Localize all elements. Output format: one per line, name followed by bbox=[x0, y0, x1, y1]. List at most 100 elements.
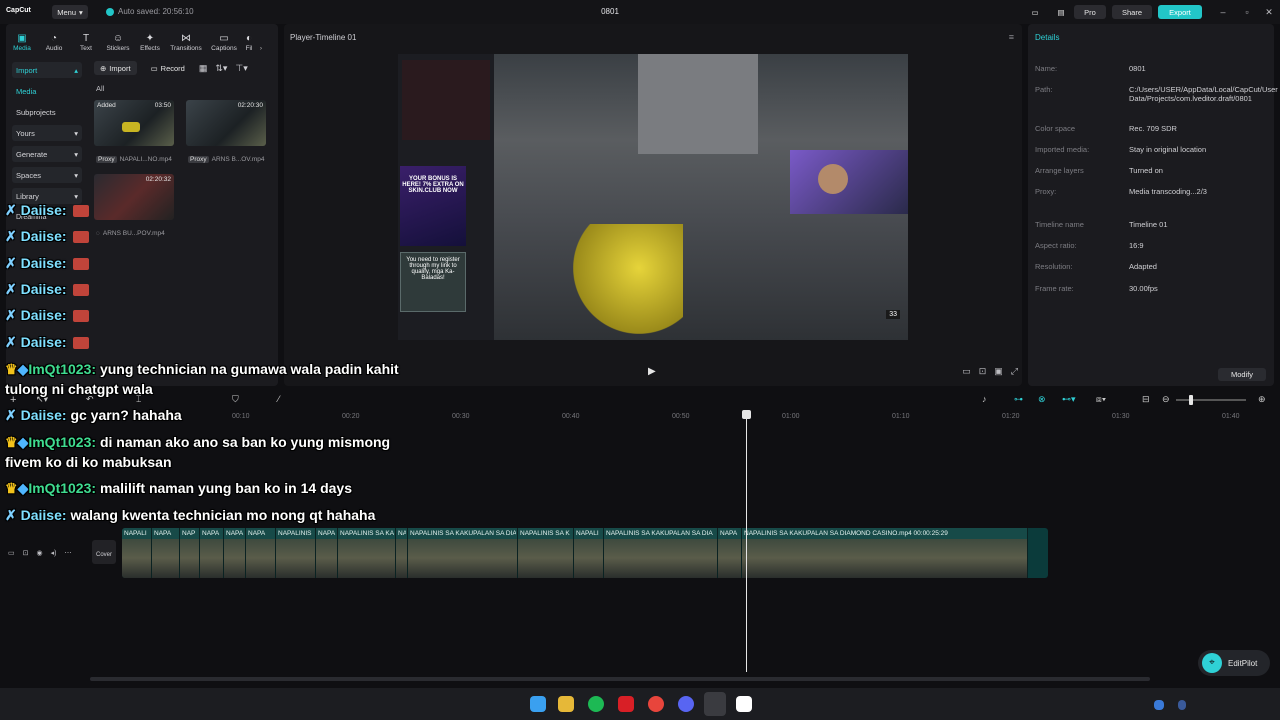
player-controls: ▭ ⊡ ▣ ⤢ bbox=[962, 366, 1018, 377]
hamburger-icon[interactable]: ≡ bbox=[1009, 32, 1014, 42]
obs-icon[interactable] bbox=[704, 692, 726, 716]
modify-button[interactable]: Modify bbox=[1218, 368, 1266, 381]
ruler-tick: 01:30 bbox=[1112, 413, 1130, 420]
close-icon[interactable]: ✕ bbox=[1260, 5, 1278, 19]
video-clip[interactable]: NAPALINIS SA KA bbox=[338, 528, 396, 578]
split-icon[interactable]: ⌶ bbox=[136, 394, 141, 405]
ratio-icon[interactable]: ▭ bbox=[962, 366, 971, 377]
minimize-icon[interactable]: – bbox=[1214, 5, 1232, 19]
focus-icon[interactable]: ⊡ bbox=[979, 366, 987, 377]
import-button[interactable]: ⊕ Import bbox=[94, 61, 137, 75]
zoom-slider[interactable] bbox=[1176, 399, 1246, 401]
sidebar-item-subprojects[interactable]: Subprojects bbox=[12, 104, 82, 120]
sidebar-item-spaces[interactable]: Spaces ▾ bbox=[12, 167, 82, 183]
tab-filters[interactable]: ◐ Fil bbox=[242, 26, 256, 52]
export-button[interactable]: Export bbox=[1158, 5, 1202, 19]
video-preview[interactable]: YOUR BONUS IS HERE! 7% EXTRA ON SKIN.CLU… bbox=[398, 54, 908, 340]
sidebar-item-generate[interactable]: Generate ▾ bbox=[12, 146, 82, 162]
tab-media[interactable]: ▣ Media bbox=[6, 26, 38, 52]
tab-audio[interactable]: ◔ Audio bbox=[38, 26, 70, 52]
video-track[interactable]: NAPALI NAPA NAP NAPA NAPA NAPA NAPALINIS… bbox=[122, 528, 1048, 578]
tabs-more-icon[interactable]: › bbox=[256, 26, 266, 52]
video-clip[interactable]: NAPA bbox=[246, 528, 276, 578]
more-icon[interactable]: ⋯ bbox=[64, 549, 71, 557]
link-icon[interactable]: ⊶ bbox=[1014, 394, 1023, 405]
sort-icon[interactable]: ⇅▾ bbox=[215, 63, 227, 74]
playhead[interactable] bbox=[746, 410, 747, 672]
netflix-icon[interactable] bbox=[618, 696, 634, 712]
media-thumb[interactable]: 02:20:30 bbox=[186, 100, 266, 146]
layout-icon[interactable]: ▭ bbox=[1028, 5, 1042, 19]
magnet-icon[interactable]: ⊗ bbox=[1038, 394, 1046, 405]
preview-axis-icon[interactable]: ⧈▾ bbox=[1096, 394, 1106, 405]
video-clip[interactable]: NAP bbox=[180, 528, 200, 578]
video-clip[interactable]: NAPALI bbox=[574, 528, 604, 578]
chrome-icon[interactable] bbox=[648, 696, 664, 712]
filter-all-label[interactable]: All bbox=[96, 84, 104, 93]
cover-button[interactable]: Cover bbox=[92, 540, 116, 564]
video-clip[interactable]: NAPALINIS SA KAKUPALAN SA DIA bbox=[408, 528, 518, 578]
grid-view-icon[interactable]: ▦ bbox=[199, 63, 208, 74]
eye-icon[interactable]: ◉ bbox=[37, 549, 43, 557]
aspect-icon[interactable]: ▣ bbox=[994, 366, 1003, 377]
playhead-handle[interactable] bbox=[742, 410, 751, 419]
lock-icon[interactable]: ⊡ bbox=[23, 549, 29, 557]
filter-icon[interactable]: ⊤▾ bbox=[235, 63, 247, 74]
tray-mic-icon[interactable] bbox=[1178, 700, 1186, 710]
zoom-out-icon[interactable]: ⊖ bbox=[1162, 394, 1170, 405]
video-clip[interactable]: NAPA bbox=[224, 528, 246, 578]
shield-icon[interactable]: ⛉ bbox=[232, 394, 239, 405]
discord-icon[interactable] bbox=[678, 696, 694, 712]
media-thumb[interactable]: 02:20:32 bbox=[94, 174, 174, 220]
speaker-icon[interactable]: ◂) bbox=[51, 549, 57, 557]
timeline-scrollbar[interactable] bbox=[90, 677, 1150, 681]
video-clip[interactable]: NAPA bbox=[152, 528, 180, 578]
pro-button[interactable]: Pro bbox=[1074, 5, 1106, 19]
editpilot-button[interactable]: ⌖ EditPilot bbox=[1198, 650, 1270, 676]
spotify-icon[interactable] bbox=[588, 696, 604, 712]
sidebar-item-yours[interactable]: Yours ▾ bbox=[12, 125, 82, 141]
play-icon[interactable]: ▶ bbox=[648, 366, 656, 377]
tab-captions[interactable]: ▭ Captions bbox=[206, 26, 242, 52]
tab-text[interactable]: T Text bbox=[70, 26, 102, 52]
tray-network-icon[interactable] bbox=[1154, 700, 1164, 710]
fullscreen-icon[interactable]: ⤢ bbox=[1011, 366, 1018, 377]
video-clip[interactable]: NAPA bbox=[316, 528, 338, 578]
tab-transitions[interactable]: ⋈ Transitions bbox=[166, 26, 206, 52]
sidebar-item-library[interactable]: Library ▾ bbox=[12, 188, 82, 204]
video-clip[interactable]: NAPA bbox=[200, 528, 224, 578]
sidebar-item-dreamina[interactable]: Dreamina bbox=[12, 209, 82, 225]
shortcuts-icon[interactable]: ▤ bbox=[1054, 5, 1068, 19]
share-button[interactable]: Share bbox=[1112, 5, 1152, 19]
cursor-select-icon[interactable]: ↖▾ bbox=[36, 394, 48, 405]
fit-icon[interactable]: ⊟ bbox=[1142, 394, 1150, 405]
capcut-taskbar-icon[interactable] bbox=[736, 696, 752, 712]
video-clip[interactable]: NAPALINIS SA KAKUPALAN SA DIAMOND CASINO… bbox=[742, 528, 1028, 578]
video-clip[interactable]: NA bbox=[396, 528, 408, 578]
add-icon[interactable]: + bbox=[10, 394, 16, 406]
video-clip[interactable]: NAPALINIS bbox=[276, 528, 316, 578]
record-button[interactable]: ▭ Record bbox=[145, 61, 191, 75]
register-note: You need to register through my link to … bbox=[400, 252, 466, 312]
magic-edit-icon[interactable]: ⁄ bbox=[278, 394, 280, 404]
tab-stickers[interactable]: ☺ Stickers bbox=[102, 26, 134, 52]
timeline-ruler[interactable]: 00:10 00:20 00:30 00:40 00:50 01:00 01:1… bbox=[90, 410, 1280, 424]
sidebar-item-import[interactable]: Import ▴ bbox=[12, 62, 82, 78]
maximize-icon[interactable]: ▫ bbox=[1238, 5, 1256, 19]
import-label: Import bbox=[109, 63, 131, 73]
video-clip[interactable]: NAPALINIS SA K bbox=[518, 528, 574, 578]
undo-icon[interactable]: ↶ bbox=[86, 394, 94, 405]
sidebar-item-media[interactable]: Media bbox=[12, 83, 82, 99]
video-clip[interactable]: NAPALI bbox=[122, 528, 152, 578]
zoom-handle[interactable] bbox=[1189, 395, 1193, 405]
file-explorer-icon[interactable] bbox=[558, 696, 574, 712]
zoom-in-icon[interactable]: ⊕ bbox=[1258, 394, 1266, 405]
windows-start-icon[interactable] bbox=[530, 696, 546, 712]
snap-icon[interactable]: ⊷▾ bbox=[1062, 394, 1076, 405]
track-thumb-icon[interactable]: ▭ bbox=[8, 549, 15, 557]
tab-effects[interactable]: ✦ Effects bbox=[134, 26, 166, 52]
video-clip[interactable]: NAPA bbox=[718, 528, 742, 578]
video-clip[interactable]: NAPALINIS SA KAKUPALAN SA DIA bbox=[604, 528, 718, 578]
microphone-icon[interactable]: ♪ bbox=[982, 394, 987, 404]
media-thumb[interactable]: Added 03:50 bbox=[94, 100, 174, 146]
